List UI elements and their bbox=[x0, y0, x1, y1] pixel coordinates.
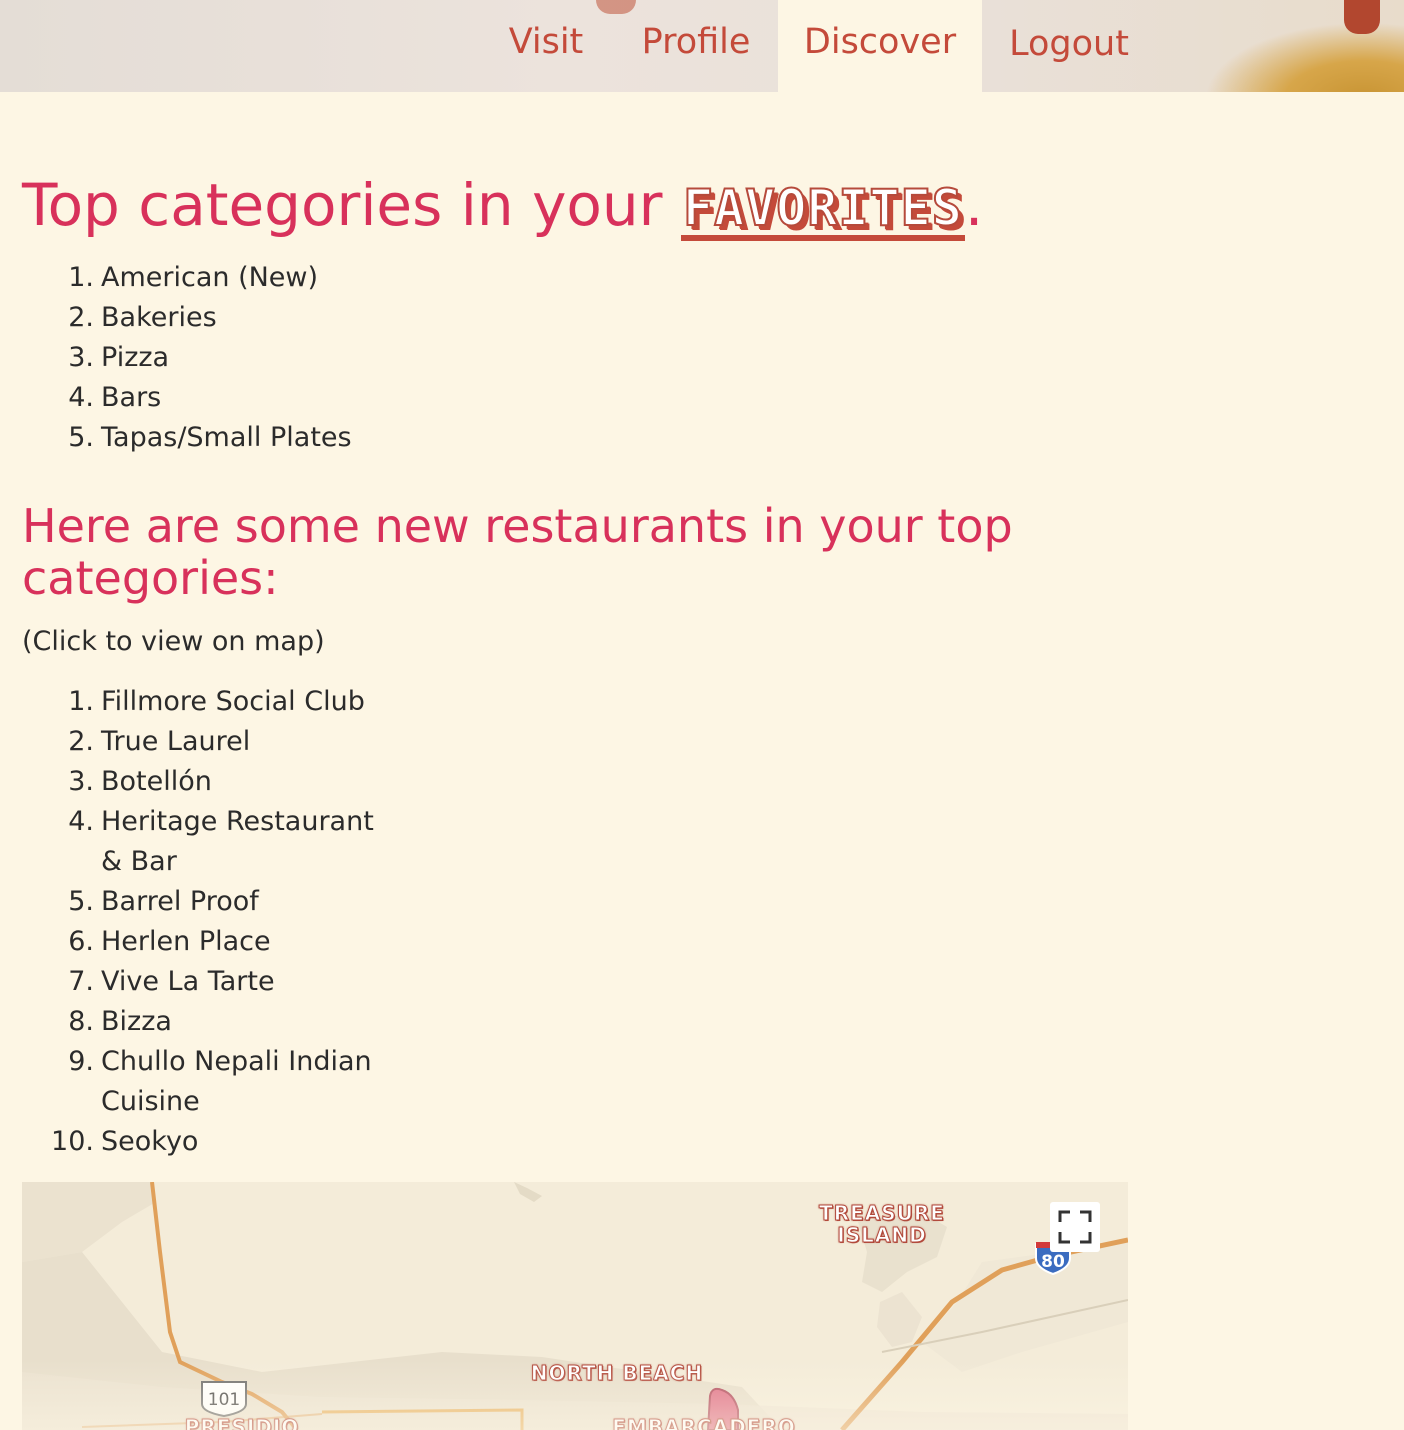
category-item-label: Bakeries bbox=[101, 302, 217, 333]
restaurants-heading: Here are some new restaurants in your to… bbox=[22, 499, 1013, 605]
restaurant-item-label[interactable]: Bizza bbox=[101, 1006, 172, 1037]
restaurant-item-label[interactable]: Herlen Place bbox=[101, 926, 271, 957]
restaurant-item[interactable]: 8. Bizza bbox=[0, 1002, 391, 1042]
favorites-emphasis: FAVORITES bbox=[680, 180, 965, 241]
category-item-label: American (New) bbox=[101, 262, 319, 293]
map-label-presidio: PRESIDIO bbox=[184, 1415, 300, 1430]
restaurant-item-number: 9. bbox=[68, 1046, 94, 1077]
category-item-label: Pizza bbox=[101, 342, 170, 373]
nav-visit[interactable]: Visit bbox=[490, 0, 602, 92]
restaurant-item-number: 10. bbox=[51, 1126, 94, 1157]
fullscreen-icon bbox=[1058, 1210, 1092, 1244]
restaurant-item[interactable]: 2. True Laurel bbox=[0, 722, 391, 762]
nav-logout[interactable]: Logout bbox=[994, 0, 1144, 92]
nav-discover[interactable]: Discover bbox=[778, 0, 982, 92]
restaurant-item[interactable]: 4. Heritage Restaurant & Bar bbox=[0, 802, 391, 882]
us101-shield: 101 bbox=[201, 1381, 247, 1418]
category-item-label: Bars bbox=[101, 382, 162, 413]
restaurant-item-number: 5. bbox=[68, 886, 94, 917]
category-item: 2. Bakeries bbox=[0, 298, 600, 338]
favorites-heading-suffix: . bbox=[964, 171, 984, 239]
header-illustration-hill bbox=[1204, 22, 1404, 92]
category-item: 4. Bars bbox=[0, 378, 600, 418]
nav-profile[interactable]: Profile bbox=[622, 0, 770, 92]
map-label-treasure-island: TREASURE ISLAND bbox=[819, 1201, 945, 1247]
restaurant-item[interactable]: 9. Chullo Nepali Indian Cuisine bbox=[0, 1042, 391, 1122]
restaurant-item-number: 3. bbox=[68, 766, 94, 797]
restaurant-item-number: 6. bbox=[68, 926, 94, 957]
category-item: 1. American (New) bbox=[0, 258, 600, 298]
category-item-number: 1. bbox=[68, 262, 94, 293]
restaurant-item-label[interactable]: Botellón bbox=[101, 766, 212, 797]
category-item-number: 2. bbox=[68, 302, 94, 333]
restaurant-item-number: 4. bbox=[68, 806, 94, 837]
restaurant-item[interactable]: 5. Barrel Proof bbox=[0, 882, 391, 922]
header-illustration-leaf bbox=[1344, 0, 1380, 34]
favorites-heading-prefix: Top categories in your bbox=[22, 171, 681, 239]
restaurant-item-label[interactable]: True Laurel bbox=[101, 726, 250, 757]
category-item: 5. Tapas/Small Plates bbox=[0, 418, 600, 458]
restaurant-item[interactable]: 3. Botellón bbox=[0, 762, 391, 802]
map-canvas[interactable]: 101 80 bbox=[22, 1182, 1128, 1430]
us101-label: 101 bbox=[208, 1390, 240, 1410]
restaurants-list: 1. Fillmore Social Club 2. True Laurel 3. Bot… bbox=[0, 682, 400, 1162]
restaurant-item-label[interactable]: Vive La Tarte bbox=[101, 966, 275, 997]
restaurant-item-label[interactable]: Chullo Nepali Indian Cuisine bbox=[101, 1046, 372, 1117]
restaurant-item-label[interactable]: Seokyo bbox=[101, 1126, 198, 1157]
restaurant-item[interactable]: 7. Vive La Tarte bbox=[0, 962, 391, 1002]
favorites-heading: Top categories in your FAVORITES. bbox=[22, 170, 983, 241]
restaurant-item[interactable]: 1. Fillmore Social Club bbox=[0, 682, 391, 722]
restaurant-item-label[interactable]: Heritage Restaurant & Bar bbox=[101, 806, 374, 877]
category-item-number: 3. bbox=[68, 342, 94, 373]
map-label-embarcadero: EMBARCADERO bbox=[612, 1415, 796, 1430]
restaurants-hint: (Click to view on map) bbox=[22, 626, 325, 657]
restaurant-item-label[interactable]: Fillmore Social Club bbox=[101, 686, 365, 717]
category-item-number: 5. bbox=[68, 422, 94, 453]
restaurant-item[interactable]: 6. Herlen Place bbox=[0, 922, 391, 962]
restaurant-item-number: 2. bbox=[68, 726, 94, 757]
fullscreen-button[interactable] bbox=[1050, 1202, 1100, 1252]
restaurant-item[interactable]: 10. Seokyo bbox=[0, 1122, 391, 1162]
category-item-label: Tapas/Small Plates bbox=[101, 422, 352, 453]
i80-label: 80 bbox=[1041, 1252, 1065, 1272]
map[interactable]: 101 80 TREASURE ISLAND NORTH BEACH PRESI… bbox=[22, 1182, 1128, 1430]
top-categories-list: 1. American (New) 2. Bakeries 3. Pizza 4. Bars 5… bbox=[0, 258, 600, 458]
category-item-number: 4. bbox=[68, 382, 94, 413]
header-banner: Visit Profile Discover Logout bbox=[0, 0, 1404, 92]
map-label-north-beach: NORTH BEACH bbox=[530, 1361, 704, 1385]
restaurant-item-number: 1. bbox=[68, 686, 94, 717]
restaurant-item-number: 7. bbox=[68, 966, 94, 997]
category-item: 3. Pizza bbox=[0, 338, 600, 378]
restaurant-item-number: 8. bbox=[68, 1006, 94, 1037]
restaurant-item-label[interactable]: Barrel Proof bbox=[101, 886, 259, 917]
